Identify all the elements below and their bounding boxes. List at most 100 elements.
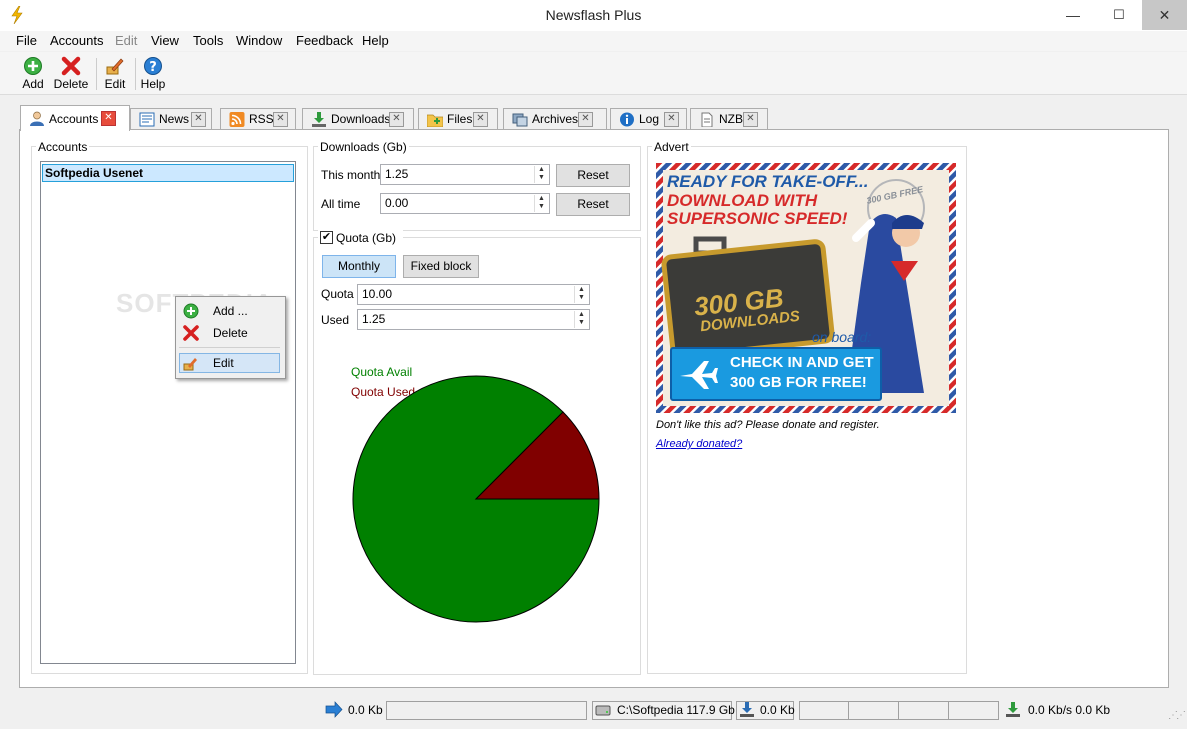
upload-progress-bar bbox=[386, 701, 587, 720]
context-menu-delete[interactable]: Delete bbox=[181, 323, 280, 343]
maximize-button[interactable]: ☐ bbox=[1096, 0, 1142, 30]
delete-icon bbox=[61, 56, 81, 76]
reset-all-button[interactable]: Reset bbox=[556, 193, 630, 216]
archive-icon bbox=[512, 112, 528, 127]
used-stepper[interactable]: 1.25 ▲ ▼ bbox=[357, 309, 590, 330]
tab-archives[interactable]: Archives ✕ bbox=[503, 108, 607, 130]
quota-group-label: Quota (Gb) bbox=[336, 231, 397, 245]
quota-header: ✔ Quota (Gb) bbox=[318, 230, 403, 246]
downloads-group bbox=[313, 146, 641, 231]
help-icon: ? bbox=[143, 56, 163, 76]
news-icon bbox=[139, 112, 155, 127]
tab-close-icon[interactable]: ✕ bbox=[191, 112, 206, 127]
all-time-label: All time bbox=[321, 197, 361, 211]
ad-headline-3: SUPERSONIC SPEED! bbox=[667, 209, 848, 228]
toolbar-separator bbox=[135, 58, 136, 90]
tab-accounts[interactable]: Accounts ✕ bbox=[20, 105, 130, 131]
all-time-stepper[interactable]: 0.00 ▲ ▼ bbox=[380, 193, 550, 214]
add-icon bbox=[183, 303, 199, 322]
quota-checkbox[interactable]: ✔ bbox=[320, 231, 333, 244]
ad-cta-button[interactable]: CHECK IN AND GET 300 GB FOR FREE! bbox=[670, 347, 882, 401]
tab-log[interactable]: Log ✕ bbox=[610, 108, 687, 130]
minimize-button[interactable]: — bbox=[1050, 0, 1096, 30]
context-menu-add-label: Add ... bbox=[213, 304, 248, 318]
upload-arrow-icon bbox=[325, 701, 343, 721]
quota-label: Quota bbox=[321, 287, 354, 301]
status-segment bbox=[848, 701, 899, 720]
toolbar-separator bbox=[96, 58, 97, 90]
delete-button[interactable]: Delete bbox=[53, 56, 89, 91]
quota-stepper[interactable]: 10.00 ▲ ▼ bbox=[357, 284, 590, 305]
tab-close-icon[interactable]: ✕ bbox=[101, 111, 116, 126]
status-segment bbox=[799, 701, 849, 720]
window-title: Newsflash Plus bbox=[545, 7, 642, 23]
help-label: Help bbox=[140, 77, 166, 91]
spin-arrows-icon[interactable]: ▲ ▼ bbox=[534, 195, 548, 212]
close-button[interactable]: ✕ bbox=[1142, 0, 1187, 30]
menu-view[interactable]: View bbox=[151, 33, 179, 48]
menu-accounts[interactable]: Accounts bbox=[50, 33, 103, 48]
tab-label: Files bbox=[447, 112, 473, 126]
context-menu: Add ... Delete Edit bbox=[175, 296, 286, 379]
edit-icon bbox=[105, 56, 125, 76]
delete-icon bbox=[183, 325, 199, 344]
ad-cta-text-1: CHECK IN AND GET bbox=[730, 354, 874, 371]
ad-cta-text-2: 300 GB FOR FREE! bbox=[730, 374, 867, 391]
delete-label: Delete bbox=[53, 77, 89, 91]
spin-arrows-icon[interactable]: ▲ ▼ bbox=[534, 166, 548, 183]
spin-arrows-icon[interactable]: ▲ ▼ bbox=[574, 286, 588, 303]
downloads-group-label: Downloads (Gb) bbox=[318, 140, 409, 154]
tab-close-icon[interactable]: ✕ bbox=[473, 112, 488, 127]
context-menu-separator bbox=[179, 347, 280, 348]
tab-close-icon[interactable]: ✕ bbox=[664, 112, 679, 127]
menu-feedback[interactable]: Feedback bbox=[296, 33, 353, 48]
resize-grip-icon[interactable]: ⋰⋰ bbox=[1168, 710, 1186, 724]
monthly-button[interactable]: Monthly bbox=[322, 255, 396, 278]
tab-files[interactable]: Files ✕ bbox=[418, 108, 498, 130]
upload-status: 0.0 Kb bbox=[348, 703, 383, 717]
advert-banner[interactable]: READY FOR TAKE-OFF... DOWNLOAD WITH SUPE… bbox=[656, 163, 956, 413]
accounts-list[interactable] bbox=[40, 161, 296, 664]
download-tray-icon bbox=[739, 702, 755, 720]
context-menu-add[interactable]: Add ... bbox=[181, 301, 280, 321]
context-menu-delete-label: Delete bbox=[213, 326, 248, 340]
menu-help[interactable]: Help bbox=[362, 33, 389, 48]
ad-headline-2: DOWNLOAD WITH bbox=[667, 191, 818, 210]
tab-rss[interactable]: RSS ✕ bbox=[220, 108, 296, 130]
menu-tools[interactable]: Tools bbox=[193, 33, 223, 48]
tab-news[interactable]: News ✕ bbox=[130, 108, 212, 130]
tab-downloads[interactable]: Downloads ✕ bbox=[302, 108, 414, 130]
user-icon bbox=[29, 111, 45, 126]
quota-pie-chart bbox=[352, 375, 600, 623]
fixed-block-button[interactable]: Fixed block bbox=[403, 255, 479, 278]
tab-close-icon[interactable]: ✕ bbox=[743, 112, 758, 127]
menu-file[interactable]: File bbox=[16, 33, 37, 48]
menu-window[interactable]: Window bbox=[236, 33, 282, 48]
reset-month-button[interactable]: Reset bbox=[556, 164, 630, 187]
edit-button[interactable]: Edit bbox=[102, 56, 128, 91]
quota-value: 10.00 bbox=[362, 287, 393, 301]
tab-close-icon[interactable]: ✕ bbox=[578, 112, 593, 127]
context-menu-edit[interactable]: Edit bbox=[179, 353, 280, 373]
info-icon bbox=[619, 112, 635, 127]
all-time-value: 0.00 bbox=[385, 196, 409, 210]
list-item[interactable]: Softpedia Usenet bbox=[42, 164, 294, 182]
help-button[interactable]: ? Help bbox=[140, 56, 166, 91]
add-button[interactable]: Add bbox=[16, 56, 50, 91]
tab-close-icon[interactable]: ✕ bbox=[389, 112, 404, 127]
this-month-stepper[interactable]: 1.25 ▲ ▼ bbox=[380, 164, 550, 185]
context-menu-edit-label: Edit bbox=[213, 356, 234, 370]
tab-label: Archives bbox=[532, 112, 579, 126]
already-donated-link[interactable]: Already donated? bbox=[656, 438, 742, 450]
menu-edit[interactable]: Edit bbox=[115, 33, 137, 48]
tab-close-icon[interactable]: ✕ bbox=[273, 112, 288, 127]
spin-arrows-icon[interactable]: ▲ ▼ bbox=[574, 311, 588, 328]
edit-icon bbox=[183, 355, 199, 374]
advert-group-label: Advert bbox=[652, 140, 691, 154]
tab-label: NZB bbox=[719, 112, 743, 126]
ad-headline-1: READY FOR TAKE-OFF... bbox=[667, 172, 869, 191]
tab-nzb[interactable]: NZB ✕ bbox=[690, 108, 768, 130]
disk-status: C:\Softpedia 117.9 Gb bbox=[617, 703, 735, 717]
this-month-value: 1.25 bbox=[385, 167, 409, 181]
download-speed-icon bbox=[1005, 702, 1021, 720]
